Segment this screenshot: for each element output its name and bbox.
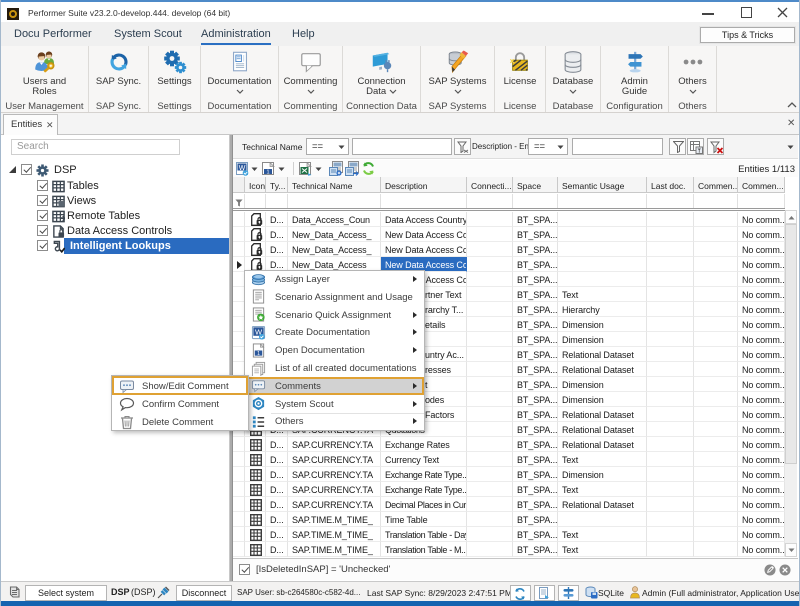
svg-text:1: 1 [257, 351, 260, 357]
svg-text:1: 1 [266, 169, 269, 175]
